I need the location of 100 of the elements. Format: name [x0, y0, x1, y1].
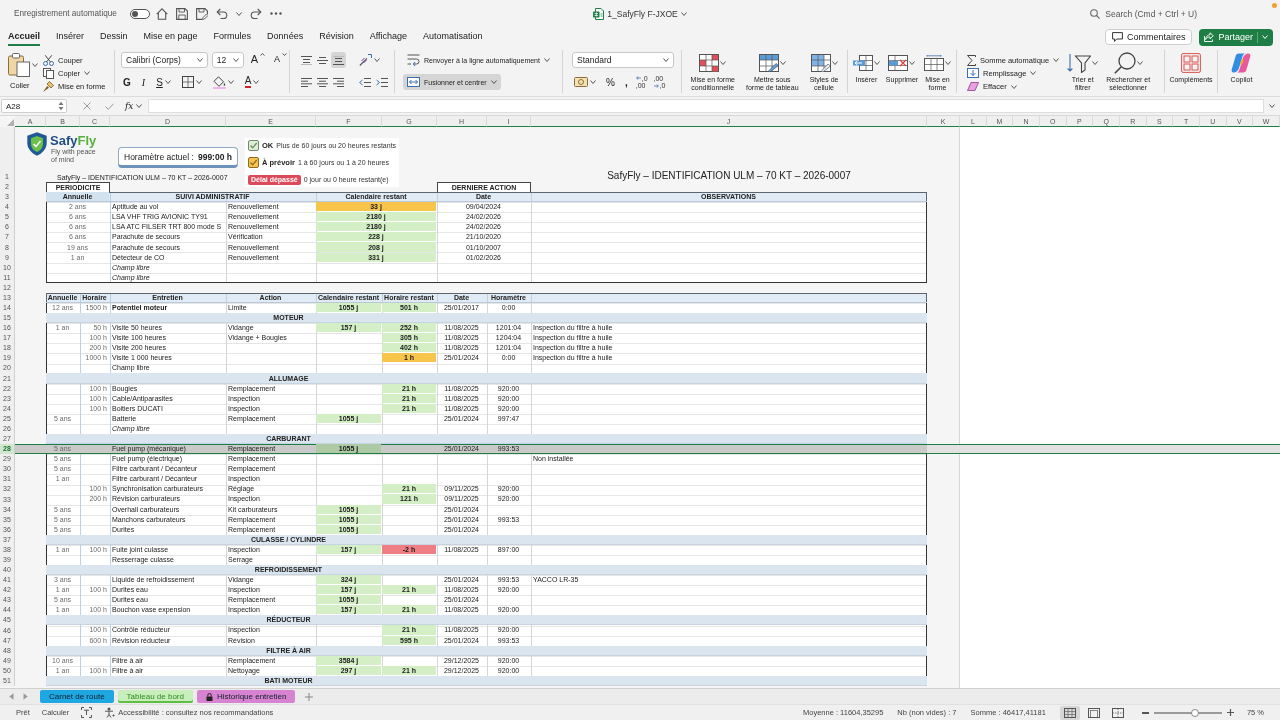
caret-icon	[1092, 61, 1099, 65]
arrow-right-icon	[653, 83, 659, 88]
ribbon-tab[interactable]: Données	[267, 28, 304, 46]
borders-icon	[181, 76, 194, 88]
caret-icon	[1010, 84, 1017, 89]
caret-icon	[909, 61, 916, 65]
bold-button[interactable]: G	[121, 74, 133, 90]
caret-icon	[164, 80, 171, 84]
four-squares-icon	[1181, 53, 1201, 73]
caret-up-icon	[260, 53, 265, 56]
caret-icon	[1030, 71, 1037, 76]
formula-field[interactable]	[148, 99, 1264, 113]
merge-icon	[407, 77, 420, 87]
sheet-tab[interactable]: Carnet de route	[40, 690, 114, 703]
caret-icon[interactable]	[235, 11, 242, 16]
save-icon[interactable]	[175, 7, 188, 20]
save-pen-icon[interactable]	[195, 7, 208, 20]
caret-icon	[1053, 58, 1060, 63]
name-box[interactable]: A28	[1, 99, 67, 113]
underline-button[interactable]: S	[154, 74, 173, 90]
outdent-icon	[359, 77, 371, 87]
redo-icon[interactable]	[249, 8, 262, 19]
align-bottom-button[interactable]	[331, 52, 346, 68]
caret-icon	[490, 80, 497, 84]
align-top-icon	[301, 55, 312, 65]
ribbon-tab[interactable]: Mise en page	[143, 28, 198, 46]
increase-font-button[interactable]: A	[248, 52, 267, 68]
fill-down-icon	[967, 68, 979, 79]
align-left-icon	[301, 77, 312, 87]
caret-icon	[1136, 61, 1143, 65]
caret-icon	[232, 58, 239, 62]
caret-icon	[590, 80, 596, 84]
sum-icon	[967, 54, 976, 66]
share-button[interactable]: Partager	[1199, 28, 1273, 46]
font-size-field[interactable]: 12	[211, 52, 244, 68]
more-icon[interactable]	[269, 12, 282, 15]
text-frame-icon[interactable]	[81, 707, 93, 718]
sheet-tab[interactable]: Tableau de bord	[117, 690, 193, 703]
orientation-button[interactable]	[357, 52, 382, 68]
comments-button[interactable]: Commentaires	[1104, 29, 1193, 45]
check-icon[interactable]	[105, 102, 114, 110]
search-field[interactable]: Search (Cmd + Ctrl + U)	[1090, 8, 1197, 19]
paint-bucket-icon	[212, 75, 226, 89]
caret-icon	[195, 80, 202, 84]
font-color-button[interactable]: A	[242, 74, 262, 90]
number-format-field[interactable]: Standard	[572, 52, 674, 68]
file-name-button[interactable]: 1_SafyFly F-JXOE	[593, 7, 687, 20]
align-right-icon	[333, 77, 344, 87]
ribbon-tab[interactable]: Automatisation	[423, 28, 483, 46]
autosave-toggle[interactable]	[129, 8, 150, 19]
zoom-out-icon[interactable]	[1141, 711, 1149, 714]
brush-icon	[43, 81, 54, 93]
percent-button[interactable]: %	[604, 74, 617, 90]
autosave-label: Enregistrement automatique	[14, 9, 117, 18]
ribbon-tab[interactable]: Insérer	[56, 28, 85, 46]
insert-function-button[interactable]: fx	[125, 101, 143, 111]
zoom-slider-thumb[interactable]	[1191, 708, 1200, 717]
ribbon-tab[interactable]: Révision	[319, 28, 354, 46]
slanted-text-icon	[359, 54, 372, 66]
align-bottom-icon	[333, 55, 344, 65]
banknote-icon	[574, 77, 588, 87]
sheet-tab[interactable]: Historique entretien	[197, 690, 296, 703]
spreadsheet-file-icon	[593, 7, 605, 20]
italic-button[interactable]: I	[139, 74, 148, 90]
caret-icon	[253, 80, 260, 84]
caret-icon[interactable]	[1269, 104, 1275, 108]
borders-button[interactable]	[179, 74, 204, 90]
ribbon-tab[interactable]: Formules	[213, 28, 252, 46]
scissors-icon	[43, 54, 54, 66]
undo-icon[interactable]	[215, 8, 228, 19]
notification-dot-icon	[1272, 3, 1277, 8]
caret-icon	[196, 58, 203, 62]
normal-view-button[interactable]	[1059, 705, 1080, 720]
caret-icon	[543, 58, 550, 62]
decrease-font-button[interactable]: A	[272, 52, 289, 68]
caret-icon	[779, 61, 786, 65]
caret-icon	[945, 61, 951, 65]
shield-logo-icon	[27, 132, 47, 156]
zoom-in-icon[interactable]	[1226, 709, 1234, 716]
indent-icon	[376, 77, 388, 87]
ribbon-tab[interactable]: Dessin	[100, 28, 128, 46]
eraser-icon	[967, 82, 979, 92]
thousands-button[interactable]: ,	[622, 74, 630, 90]
page-break-icon	[1111, 707, 1124, 718]
cell-styles-icon	[810, 54, 831, 72]
home-icon[interactable]	[155, 7, 168, 20]
cancel-icon[interactable]	[83, 102, 91, 110]
ribbon-tab[interactable]: Affichage	[369, 28, 408, 46]
accessibility-icon[interactable]	[104, 707, 116, 718]
clipboard-icon	[8, 53, 30, 77]
align-middle-icon	[317, 55, 328, 65]
copy-icon	[43, 68, 54, 79]
fill-color-button[interactable]	[210, 74, 236, 90]
align-center-icon	[317, 77, 328, 87]
currency-button[interactable]	[572, 74, 598, 90]
font-family-field[interactable]: Calibri (Corps)	[121, 52, 208, 68]
sheet-title: SafyFly – IDENTIFICATION ULM – 70 KT – 2026-0007	[607, 170, 851, 182]
grid-view-icon	[1063, 707, 1076, 718]
delete-cells-icon	[888, 55, 909, 71]
wrap-icon	[407, 54, 420, 66]
